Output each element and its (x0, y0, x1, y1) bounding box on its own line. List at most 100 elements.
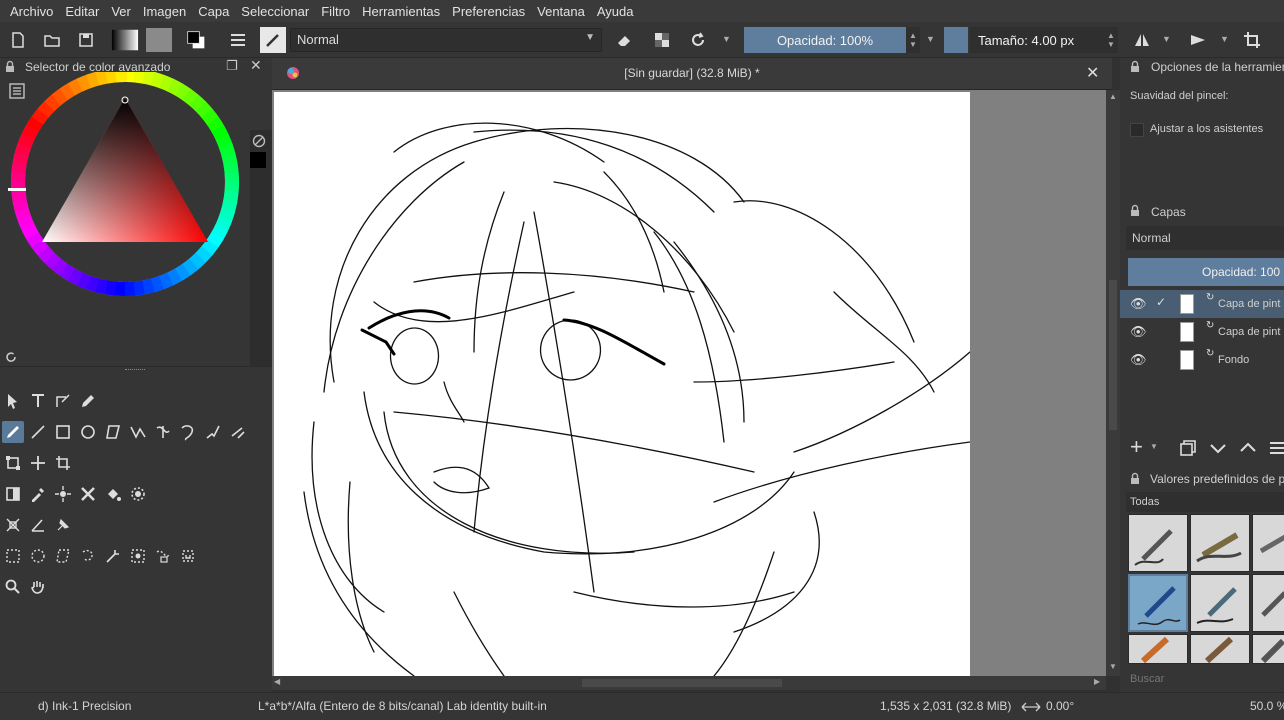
size-slider-fill[interactable] (944, 27, 968, 53)
layer-row[interactable]: 👁 ↻ Capa de pint (1120, 318, 1284, 346)
new-document-icon[interactable] (6, 28, 30, 52)
alpha-lock-icon[interactable] (650, 28, 674, 52)
eye-icon[interactable]: 👁 (1130, 296, 1147, 312)
gradient-swatch[interactable] (110, 28, 140, 52)
edit-shapes-tool-icon[interactable] (52, 390, 74, 412)
brush-preset-tile[interactable] (1128, 634, 1188, 664)
eye-icon[interactable]: 👁 (1130, 352, 1147, 368)
add-layer-icon[interactable]: + (1130, 434, 1143, 460)
menu-seleccionar[interactable]: Seleccionar (235, 4, 315, 19)
menu-editar[interactable]: Editar (59, 4, 105, 19)
mirror-vertical-icon[interactable] (1186, 28, 1210, 52)
contiguous-selection-tool-icon[interactable] (102, 545, 124, 567)
rectangle-tool-icon[interactable] (52, 421, 74, 443)
chevron-down-icon[interactable]: ▼ (1150, 442, 1158, 451)
measure-tool-icon[interactable] (27, 514, 49, 536)
text-tool-icon[interactable] (27, 390, 49, 412)
line-tool-icon[interactable] (27, 421, 49, 443)
open-folder-icon[interactable] (40, 28, 64, 52)
layer-row[interactable]: 👁 ✓ ↻ Capa de pint (1120, 290, 1284, 318)
similar-color-selection-tool-icon[interactable] (127, 545, 149, 567)
transform-tool-icon[interactable] (2, 452, 24, 474)
wrap-around-icon[interactable] (1240, 28, 1264, 52)
colorize-mask-tool-icon[interactable] (52, 483, 74, 505)
move-layer-up-icon[interactable] (1238, 438, 1258, 458)
preset-filter-select[interactable]: Todas (1126, 492, 1284, 512)
opacity-spinner[interactable]: ▲ ▼ (906, 27, 920, 53)
close-document-icon[interactable]: ✕ (1086, 63, 1099, 83)
crop-tool-icon[interactable] (52, 452, 74, 474)
reload-preset-icon[interactable] (686, 28, 710, 52)
drawing-canvas[interactable] (274, 92, 970, 676)
size-spinner[interactable]: ▲ ▼ (1104, 27, 1118, 53)
preset-search-input[interactable] (1126, 670, 1284, 688)
checkmark-icon[interactable]: ✓ (1156, 295, 1166, 309)
pattern-swatch[interactable] (144, 28, 174, 52)
ellipse-tool-icon[interactable] (77, 421, 99, 443)
blend-mode-select[interactable]: Normal ▼ (290, 28, 602, 52)
menu-ver[interactable]: Ver (105, 4, 137, 19)
move-tool-icon[interactable] (27, 452, 49, 474)
brush-preset-tile[interactable] (1128, 514, 1188, 572)
freehand-brush-tool-icon[interactable] (2, 421, 24, 443)
menu-capa[interactable]: Capa (192, 4, 235, 19)
rectangular-selection-tool-icon[interactable] (2, 545, 24, 567)
multibrush-tool-icon[interactable] (227, 421, 249, 443)
snap-assistants-checkbox[interactable] (1130, 123, 1144, 137)
dynamic-brush-tool-icon[interactable] (202, 421, 224, 443)
layer-opacity-slider[interactable]: Opacidad: 100 (1128, 258, 1284, 286)
menu-ayuda[interactable]: Ayuda (591, 4, 640, 19)
vertical-scrollbar[interactable]: ▲ ▼ (1106, 90, 1120, 676)
elliptical-selection-tool-icon[interactable] (27, 545, 49, 567)
eraser-icon[interactable] (612, 28, 636, 52)
zoom-value[interactable]: 50.0 % (1250, 699, 1284, 713)
menu-preferencias[interactable]: Preferencias (446, 4, 531, 19)
horizontal-scrollbar[interactable]: ◀ ▶ (272, 676, 1106, 690)
lock-icon[interactable] (1128, 204, 1142, 218)
fill-tool-icon[interactable] (102, 483, 124, 505)
freehand-selection-tool-icon[interactable] (77, 545, 99, 567)
smart-patch-tool-icon[interactable] (77, 483, 99, 505)
menu-filtro[interactable]: Filtro (315, 4, 356, 19)
fill-enclosed-tool-icon[interactable] (127, 483, 149, 505)
layer-menu-icon[interactable] (1268, 438, 1284, 458)
menu-archivo[interactable]: Archivo (4, 4, 59, 19)
brush-preset-tile[interactable] (1190, 514, 1250, 572)
pan-tool-icon[interactable] (27, 576, 49, 598)
magnetic-selection-tool-icon[interactable] (177, 545, 199, 567)
chevron-down-icon[interactable]: ▼ (1220, 34, 1229, 44)
brush-preset-tile[interactable] (1252, 574, 1284, 632)
assistant-tool-icon[interactable] (2, 514, 24, 536)
polygonal-selection-tool-icon[interactable] (52, 545, 74, 567)
save-icon[interactable] (74, 28, 98, 52)
chevron-down-icon[interactable]: ▼ (722, 34, 731, 44)
refresh-icon[interactable] (4, 350, 18, 364)
brush-preset-tile[interactable] (1190, 634, 1250, 664)
lock-icon[interactable] (1128, 472, 1142, 486)
calligraphy-tool-icon[interactable] (77, 390, 99, 412)
brush-preset-tile-selected[interactable] (1128, 574, 1188, 632)
color-wheel[interactable] (0, 68, 250, 312)
opacity-slider[interactable]: Opacidad: 100% (744, 27, 906, 53)
brush-preset-icon[interactable] (260, 27, 286, 53)
rotation-value[interactable]: 0.00° (1046, 699, 1074, 713)
menu-ventana[interactable]: Ventana (531, 4, 591, 19)
polyline-tool-icon[interactable] (127, 421, 149, 443)
brush-settings-icon[interactable] (226, 28, 250, 52)
menu-imagen[interactable]: Imagen (137, 4, 192, 19)
document-tab[interactable]: [Sin guardar] (32.8 MiB) * ✕ (272, 58, 1112, 90)
brush-preset-tile[interactable] (1252, 514, 1284, 572)
mirror-horizontal-icon[interactable] (1130, 28, 1154, 52)
chevron-down-icon[interactable]: ▼ (1162, 34, 1171, 44)
brush-preset-tile[interactable] (1252, 634, 1284, 664)
lock-icon[interactable] (1128, 60, 1142, 74)
polygon-tool-icon[interactable] (102, 421, 124, 443)
menu-herramientas[interactable]: Herramientas (356, 4, 446, 19)
chevron-down-icon[interactable]: ▼ (926, 34, 935, 44)
bezier-selection-tool-icon[interactable] (152, 545, 174, 567)
current-brush-label[interactable]: d) Ink-1 Precision (38, 699, 131, 713)
gradient-tool-icon[interactable] (2, 483, 24, 505)
select-shapes-tool-icon[interactable] (2, 390, 24, 412)
recent-color-swatch[interactable] (250, 152, 266, 168)
duplicate-layer-icon[interactable] (1178, 438, 1198, 458)
